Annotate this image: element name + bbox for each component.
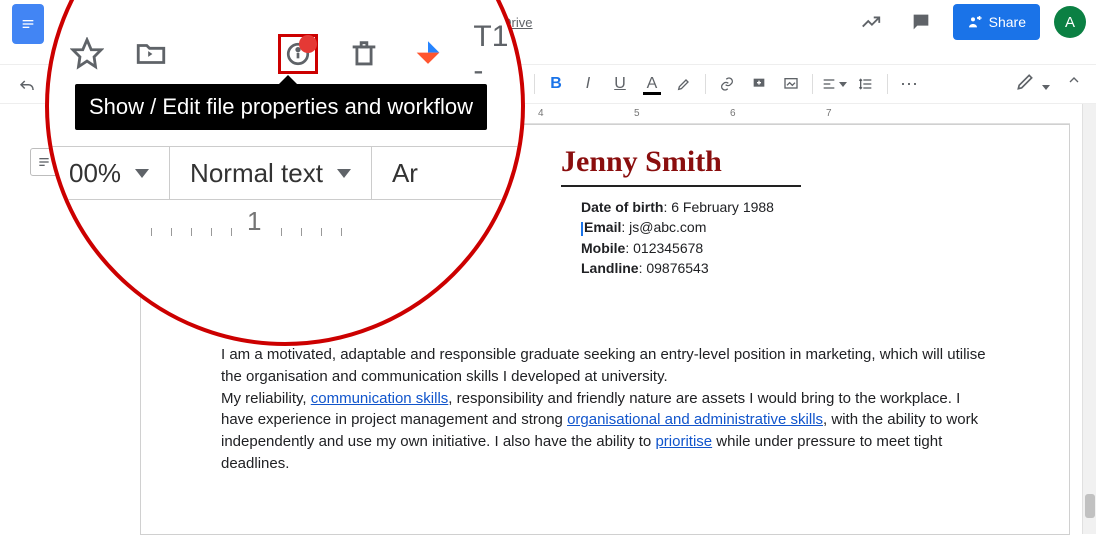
email-label: Email xyxy=(584,219,621,235)
move-to-folder-icon[interactable] xyxy=(133,34,169,74)
align-button[interactable] xyxy=(819,71,849,97)
mobile-label: Mobile xyxy=(581,240,625,256)
profile-body: I am a motivated, adaptable and responsi… xyxy=(221,344,989,475)
ruler-tick: 6 xyxy=(730,108,736,119)
activity-icon[interactable] xyxy=(853,4,889,40)
editing-mode-button[interactable] xyxy=(1015,72,1050,97)
add-comment-button[interactable] xyxy=(744,71,774,97)
avatar-letter: A xyxy=(1065,14,1075,31)
mag-ruler: 1 xyxy=(91,206,521,266)
italic-button[interactable]: I xyxy=(573,71,603,97)
text-color-swatch xyxy=(643,92,661,95)
ruler-tick: 4 xyxy=(538,108,544,119)
ruler-number: 1 xyxy=(247,206,261,237)
magnifier-callout: T1 - Show / Edit file properties and wor… xyxy=(45,0,525,346)
t1-label: T1 - xyxy=(473,20,521,88)
link-prioritise[interactable]: prioritise xyxy=(655,433,712,450)
star-icon[interactable] xyxy=(69,34,105,74)
style-value: Normal text xyxy=(190,158,323,189)
font-dropdown[interactable]: Ar xyxy=(372,147,438,199)
highlight-button[interactable] xyxy=(669,71,699,97)
insert-image-button[interactable] xyxy=(776,71,806,97)
addon-right-group: Share A xyxy=(853,4,1086,40)
chevron-down-icon xyxy=(135,169,149,178)
comments-icon[interactable] xyxy=(903,4,939,40)
text-cursor xyxy=(581,222,583,236)
ruler-tick: 5 xyxy=(634,108,640,119)
dob-value: 6 February 1988 xyxy=(671,199,774,215)
ruler-tick: 7 xyxy=(826,108,832,119)
name-heading: Jenny Smith xyxy=(561,145,801,187)
chevron-down-icon xyxy=(337,169,351,178)
share-button-label: Share xyxy=(989,14,1026,30)
info-icon[interactable] xyxy=(278,34,318,74)
font-value: Ar xyxy=(392,158,418,189)
scrollbar-thumb[interactable] xyxy=(1085,494,1095,518)
dob-label: Date of birth xyxy=(581,199,663,215)
info-notification-dot xyxy=(299,35,317,53)
zoom-value: 00% xyxy=(69,158,121,189)
jira-addon-icon[interactable] xyxy=(410,34,446,74)
p2-pre: My reliability, xyxy=(221,390,311,407)
profile-para1: I am a motivated, adaptable and responsi… xyxy=(221,346,986,385)
bold-button[interactable]: B xyxy=(541,71,571,97)
vertical-scrollbar[interactable] xyxy=(1082,104,1096,534)
share-button[interactable]: Share xyxy=(953,4,1040,40)
zoom-dropdown[interactable]: 00% xyxy=(49,147,170,199)
mobile-value: 012345678 xyxy=(633,240,703,256)
avatar[interactable]: A xyxy=(1054,6,1086,38)
line-spacing-button[interactable] xyxy=(851,71,881,97)
mag-format-row: 00% Normal text Ar xyxy=(49,146,521,200)
paragraph-style-dropdown[interactable]: Normal text xyxy=(170,147,372,199)
link-communication-skills[interactable]: communication skills xyxy=(311,390,449,407)
more-button[interactable]: ⋯ xyxy=(894,71,924,97)
landline-value: 09876543 xyxy=(646,260,708,276)
email-value: js@abc.com xyxy=(629,219,706,235)
text-color-letter: A xyxy=(647,75,658,93)
landline-label: Landline xyxy=(581,260,639,276)
trash-icon[interactable] xyxy=(346,34,382,74)
info-tooltip: Show / Edit file properties and workflow xyxy=(75,84,487,130)
collapse-toolbar-button[interactable] xyxy=(1066,72,1082,93)
underline-button[interactable]: U xyxy=(605,71,635,97)
text-color-button[interactable]: A xyxy=(637,71,667,97)
insert-link-button[interactable] xyxy=(712,71,742,97)
link-org-admin-skills[interactable]: organisational and administrative skills xyxy=(567,411,823,428)
contact-block: Date of birth: 6 February 1988 Email: js… xyxy=(581,197,989,278)
